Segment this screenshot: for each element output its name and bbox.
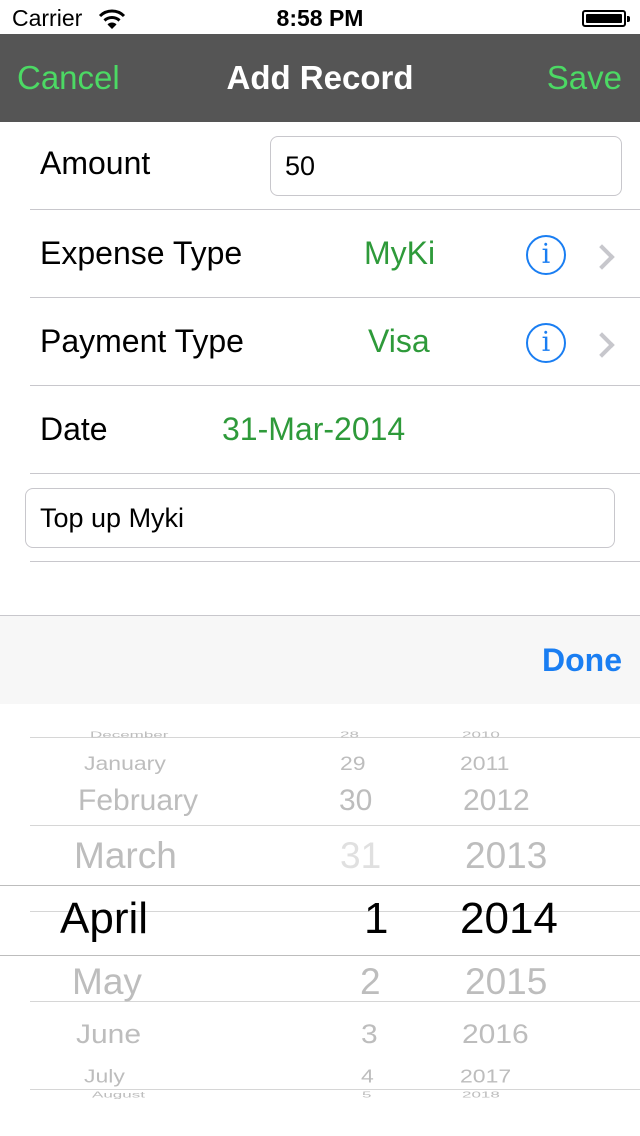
picker-year-item[interactable]: 2015: [465, 961, 547, 1003]
picker-month-item[interactable]: June: [76, 1020, 141, 1051]
status-time: 8:58 PM: [276, 5, 364, 31]
note-field[interactable]: [25, 488, 615, 548]
status-bar: Carrier 8:58 PM: [0, 0, 640, 34]
save-button[interactable]: Save: [547, 59, 622, 97]
row-divider: [30, 473, 640, 474]
picker-month-item[interactable]: January: [84, 752, 166, 775]
picker-day-item[interactable]: 2: [360, 961, 381, 1003]
picker-toolbar: Done: [0, 615, 640, 704]
picker-year-item[interactable]: 2011: [460, 752, 509, 775]
picker-month-item[interactable]: May: [72, 961, 142, 1003]
picker-month-item[interactable]: February: [78, 784, 198, 818]
picker-day-selected[interactable]: 1: [364, 894, 388, 944]
done-button[interactable]: Done: [542, 642, 622, 679]
date-picker[interactable]: December January February March April Ma…: [0, 704, 640, 1136]
picker-month-selected[interactable]: April: [60, 894, 148, 944]
note-input[interactable]: [26, 489, 614, 547]
row-divider: [30, 297, 640, 298]
picker-month-item[interactable]: July: [84, 1066, 125, 1088]
amount-label: Amount: [40, 145, 151, 181]
picker-year-item[interactable]: 2018: [462, 1090, 500, 1100]
battery-icon: [582, 10, 630, 27]
expense-type-chevron-right-icon[interactable]: [589, 244, 615, 270]
picker-year-item[interactable]: 2012: [463, 784, 530, 818]
payment-type-value[interactable]: Visa: [368, 323, 430, 360]
payment-type-label: Payment Type: [40, 323, 244, 359]
payment-type-info-icon[interactable]: i: [526, 323, 566, 363]
cancel-button[interactable]: Cancel: [17, 59, 120, 97]
picker-year-item[interactable]: 2013: [465, 835, 547, 877]
payment-type-chevron-right-icon[interactable]: [589, 332, 615, 358]
expense-type-info-icon[interactable]: i: [526, 235, 566, 275]
date-value[interactable]: 31-Mar-2014: [222, 411, 405, 448]
picker-day-item-disabled[interactable]: 31: [340, 835, 381, 877]
picker-year-item[interactable]: 2017: [460, 1066, 511, 1088]
picker-divider: [30, 825, 640, 826]
picker-day-item[interactable]: 30: [339, 784, 372, 818]
picker-day-item[interactable]: 3: [361, 1020, 378, 1051]
picker-year-selected[interactable]: 2014: [460, 894, 558, 944]
date-label: Date: [40, 411, 108, 447]
row-divider: [30, 385, 640, 386]
expense-type-value[interactable]: MyKi: [364, 235, 435, 272]
picker-month-item[interactable]: August: [92, 1090, 145, 1100]
picker-day-item[interactable]: 29: [340, 752, 366, 775]
picker-day-item[interactable]: 5: [362, 1090, 371, 1100]
picker-day-item[interactable]: 28: [340, 730, 359, 740]
picker-month-item[interactable]: December: [90, 730, 168, 740]
amount-field[interactable]: [270, 136, 622, 196]
row-divider: [30, 561, 640, 562]
navigation-bar: Cancel Add Record Save: [0, 34, 640, 122]
row-divider: [30, 209, 640, 210]
picker-year-item[interactable]: 2010: [462, 730, 500, 740]
amount-input[interactable]: [271, 137, 621, 195]
expense-type-label: Expense Type: [40, 235, 243, 271]
picker-year-item[interactable]: 2016: [462, 1020, 529, 1051]
picker-day-item[interactable]: 4: [361, 1066, 374, 1088]
picker-month-item[interactable]: March: [74, 835, 177, 877]
